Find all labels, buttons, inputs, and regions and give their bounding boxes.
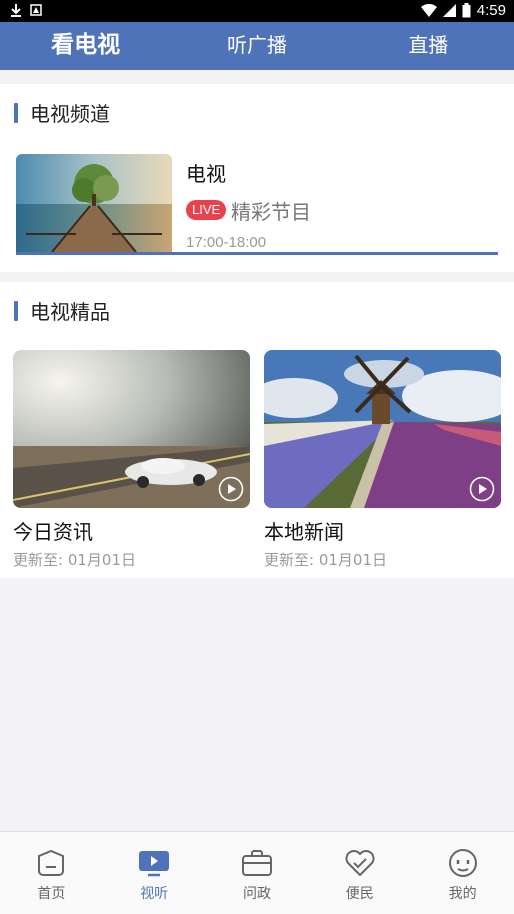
status-bar: 4:59 (0, 0, 514, 22)
bottom-nav: 首页 视听 问政 便民 我的 (0, 831, 514, 914)
home-icon (38, 849, 65, 876)
nav-mine[interactable]: 我的 (411, 832, 514, 914)
video-updated: 更新至: 01月01日 (264, 551, 387, 569)
section-title: 电视频道 (30, 102, 110, 126)
video-title: 本地新闻 (264, 520, 344, 544)
nav-label: 视听 (140, 886, 169, 902)
wifi-icon (420, 4, 437, 17)
video-thumbnail (13, 350, 250, 508)
live-badge: LIVE (186, 200, 227, 220)
play-icon[interactable] (218, 476, 244, 502)
top-tab-bar: 看电视 听广播 直播 (0, 22, 514, 70)
tab-watch-tv[interactable]: 看电视 (0, 22, 171, 70)
program-time: 17:00-18:00 (186, 234, 267, 251)
nav-label: 首页 (37, 886, 66, 902)
tab-live[interactable]: 直播 (343, 22, 514, 70)
briefcase-icon (241, 850, 272, 876)
tv-play-icon (139, 851, 170, 877)
section-title: 电视精品 (30, 300, 110, 324)
tv-featured-section: 电视精品 今日资讯 更新至: 01月01日 本地新闻 更新至: 01月01日 (0, 282, 514, 578)
channel-underline (16, 252, 498, 255)
channel-thumbnail (16, 154, 172, 252)
nav-label: 我的 (448, 886, 477, 902)
nav-label: 便民 (345, 886, 374, 902)
nav-inquiry[interactable]: 问政 (206, 832, 309, 914)
status-time: 4:59 (476, 2, 506, 19)
play-icon[interactable] (469, 476, 495, 502)
notification-icon (30, 4, 42, 16)
nav-convenience[interactable]: 便民 (308, 832, 411, 914)
program-name: 精彩节目 (231, 200, 311, 224)
section-accent-bar (14, 102, 18, 123)
signal-icon (442, 4, 456, 17)
face-icon (448, 849, 477, 877)
nav-label: 问政 (242, 886, 271, 902)
video-title: 今日资讯 (13, 520, 93, 544)
video-card-local-news[interactable]: 本地新闻 更新至: 01月01日 (264, 350, 501, 570)
video-updated: 更新至: 01月01日 (13, 551, 136, 569)
video-thumbnail (264, 350, 501, 508)
nav-av[interactable]: 视听 (103, 832, 206, 914)
section-header: 电视频道 (14, 98, 110, 127)
section-accent-bar (14, 300, 18, 321)
download-icon (11, 4, 21, 17)
heart-icon (345, 850, 375, 876)
channel-name: 电视 (186, 162, 226, 186)
section-header: 电视精品 (14, 296, 110, 325)
tab-listen-radio[interactable]: 听广播 (171, 22, 342, 70)
battery-icon (462, 3, 471, 18)
tv-channels-section: 电视频道 电视 LIVE 精彩节目 17:00-18:00 (0, 84, 514, 272)
nav-home[interactable]: 首页 (0, 832, 103, 914)
video-card-news-today[interactable]: 今日资讯 更新至: 01月01日 (13, 350, 250, 570)
channel-card[interactable]: 电视 LIVE 精彩节目 17:00-18:00 (16, 154, 498, 256)
